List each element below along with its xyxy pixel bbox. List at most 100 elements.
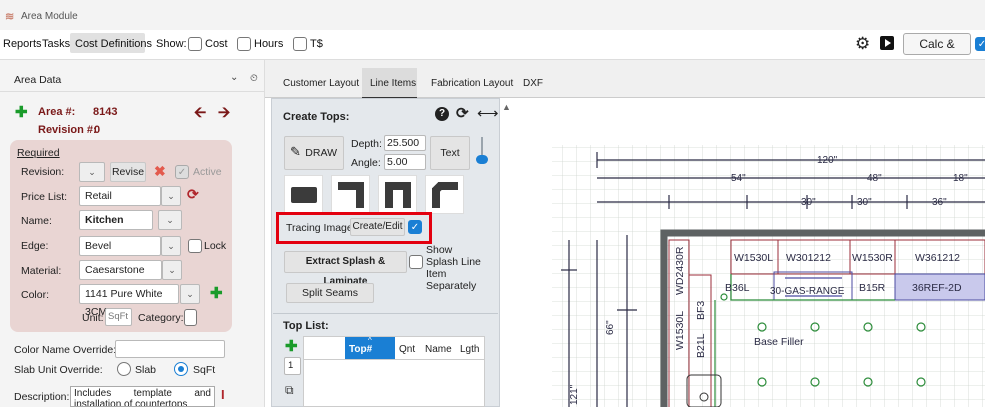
play-icon[interactable] xyxy=(880,36,894,50)
menu-tasks[interactable]: Tasks xyxy=(42,38,70,50)
tab-dxf[interactable]: DXF xyxy=(523,78,543,89)
price-list-select[interactable]: Retail xyxy=(79,186,161,206)
angle-input[interactable]: 5.00 xyxy=(384,154,426,170)
scroll-up-icon[interactable]: ▲ xyxy=(502,102,511,112)
delete-icon[interactable]: ✖ xyxy=(154,163,166,180)
depth-input[interactable]: 25.500 xyxy=(384,135,426,151)
menu-reports[interactable]: Reports xyxy=(3,38,42,50)
create-tops-title: Create Tops: xyxy=(283,111,350,123)
cab-bf3: BF3 xyxy=(695,301,707,320)
qnt-column-header[interactable]: Qnt xyxy=(399,344,415,355)
description-field[interactable]: Includes template and installation of co… xyxy=(70,386,215,407)
cab-gas-range: 30-GAS-RANGE xyxy=(770,286,845,297)
sqft-radio[interactable] xyxy=(174,362,188,376)
menu-cost-definitions[interactable]: Cost Definitions xyxy=(75,38,152,50)
dim-36: 36" xyxy=(932,197,947,208)
u-shape[interactable] xyxy=(378,175,417,214)
material-select[interactable]: Caesarstone 3CM xyxy=(79,260,162,294)
straight-top-shape[interactable] xyxy=(284,175,323,214)
name-label: Name: xyxy=(21,215,52,227)
splash-checkbox[interactable] xyxy=(409,255,423,269)
color-select[interactable]: 1141 Pure White 3CM xyxy=(79,284,179,318)
category-field[interactable] xyxy=(184,309,197,326)
pin-icon[interactable]: ⏲ xyxy=(250,73,258,84)
price-list-label: Price List: xyxy=(21,191,68,203)
show-hours-label: Hours xyxy=(254,38,284,50)
name-field[interactable]: Kitchen xyxy=(79,210,153,230)
cab-w1530l: W1530L xyxy=(734,252,773,264)
show-label: Show: xyxy=(156,38,187,50)
slider-thumb[interactable] xyxy=(476,155,488,164)
app-logo-icon: ≋ xyxy=(5,11,15,23)
resize-horizontal-icon[interactable]: ⟷ xyxy=(477,104,499,122)
name-dropdown[interactable]: ⌄ xyxy=(158,210,182,230)
tab-fabrication-layout[interactable]: Fabrication Layout xyxy=(431,78,513,89)
name-column-header[interactable]: Name xyxy=(425,344,452,355)
l-shape[interactable] xyxy=(331,175,370,214)
slab-radio[interactable] xyxy=(117,362,131,376)
window-title: Area Module xyxy=(21,11,78,22)
drawing-canvas[interactable]: 120" 54" 48" 18" 30" 30" 36" 66" 121" W1… xyxy=(517,100,985,407)
lgth-column-header[interactable]: Lgth xyxy=(460,344,479,355)
split-seams-button[interactable]: Split Seams xyxy=(286,283,374,303)
add-top-icon[interactable]: ✚ xyxy=(285,337,298,355)
dim-18: 18" xyxy=(953,173,968,184)
angled-shape[interactable] xyxy=(425,175,464,214)
calc-save-checkbox[interactable]: ✓ xyxy=(975,37,985,51)
chevron-down-icon[interactable]: ⌄ xyxy=(230,72,238,83)
show-t-checkbox[interactable] xyxy=(293,37,307,51)
arrow-right-icon[interactable]: 🡪 xyxy=(218,102,230,127)
add-color-icon[interactable]: ✚ xyxy=(210,284,223,302)
extract-splash-button[interactable]: Extract Splash & Laminate xyxy=(284,251,407,287)
lock-checkbox[interactable] xyxy=(188,239,202,253)
price-list-dropdown[interactable]: ⌄ xyxy=(161,186,181,206)
dim-30a: 30" xyxy=(801,197,816,208)
edge-select[interactable]: Bevel xyxy=(79,236,161,256)
show-cost-checkbox[interactable] xyxy=(188,37,202,51)
highlight-box xyxy=(276,212,432,244)
cab-b36l: B36L xyxy=(725,282,750,294)
top-count-field[interactable]: 1 xyxy=(284,357,301,375)
text-cursor-icon[interactable]: I xyxy=(221,387,225,402)
color-override-input[interactable] xyxy=(115,340,225,358)
calc-save-button[interactable]: Calc & Save xyxy=(903,33,971,71)
dim-66: 66" xyxy=(605,320,616,335)
color-dropdown[interactable]: ⌄ xyxy=(180,284,200,304)
cab-b21l: B21L xyxy=(695,333,707,358)
help-icon[interactable]: ? xyxy=(435,107,449,121)
revise-button[interactable]: Revise xyxy=(110,162,146,182)
depth-label: Depth: xyxy=(351,138,382,150)
area-label: Area #: xyxy=(38,106,76,118)
edge-label: Edge: xyxy=(21,240,49,252)
refresh-tops-icon[interactable]: ⟳ xyxy=(456,104,469,122)
refresh-icon[interactable]: ⟳ xyxy=(187,186,199,203)
arrow-left-icon[interactable]: 🡨 xyxy=(194,102,206,127)
sort-icon: ^ xyxy=(368,336,372,345)
revision-dropdown[interactable]: ⌄ xyxy=(79,162,105,182)
dim-120: 120" xyxy=(817,155,838,166)
edge-dropdown[interactable]: ⌄ xyxy=(161,236,181,256)
add-area-icon[interactable]: ✚ xyxy=(15,103,28,121)
copy-icon[interactable]: ⧉ xyxy=(285,383,294,398)
active-checkbox[interactable]: ✓ xyxy=(175,165,189,179)
revision-row-label: Revision: xyxy=(21,166,65,178)
draw-label: DRAW xyxy=(305,147,337,159)
unit-field[interactable]: SqFt xyxy=(105,308,132,326)
title-bar xyxy=(0,0,985,30)
top-column-header[interactable]: Top# xyxy=(349,344,372,355)
gear-icon[interactable]: ⚙ xyxy=(855,34,870,54)
material-dropdown[interactable]: ⌄ xyxy=(162,260,182,280)
tab-customer-layout[interactable]: Customer Layout xyxy=(283,78,359,89)
cab-b15r: B15R xyxy=(859,282,886,294)
required-label: Required xyxy=(17,147,60,159)
cab-w1530l-side: W1530L xyxy=(674,311,686,350)
tab-line-items[interactable]: Line Items xyxy=(370,78,416,89)
lock-label: Lock xyxy=(204,240,227,252)
text-box-button[interactable]: Text Box xyxy=(430,136,470,191)
show-hours-checkbox[interactable] xyxy=(237,37,251,51)
section-divider xyxy=(273,313,498,314)
show-cost-label: Cost xyxy=(205,38,228,50)
show-t-label: T$ xyxy=(310,38,323,50)
dim-54: 54" xyxy=(731,173,746,184)
revision-value: 0 xyxy=(94,124,101,136)
